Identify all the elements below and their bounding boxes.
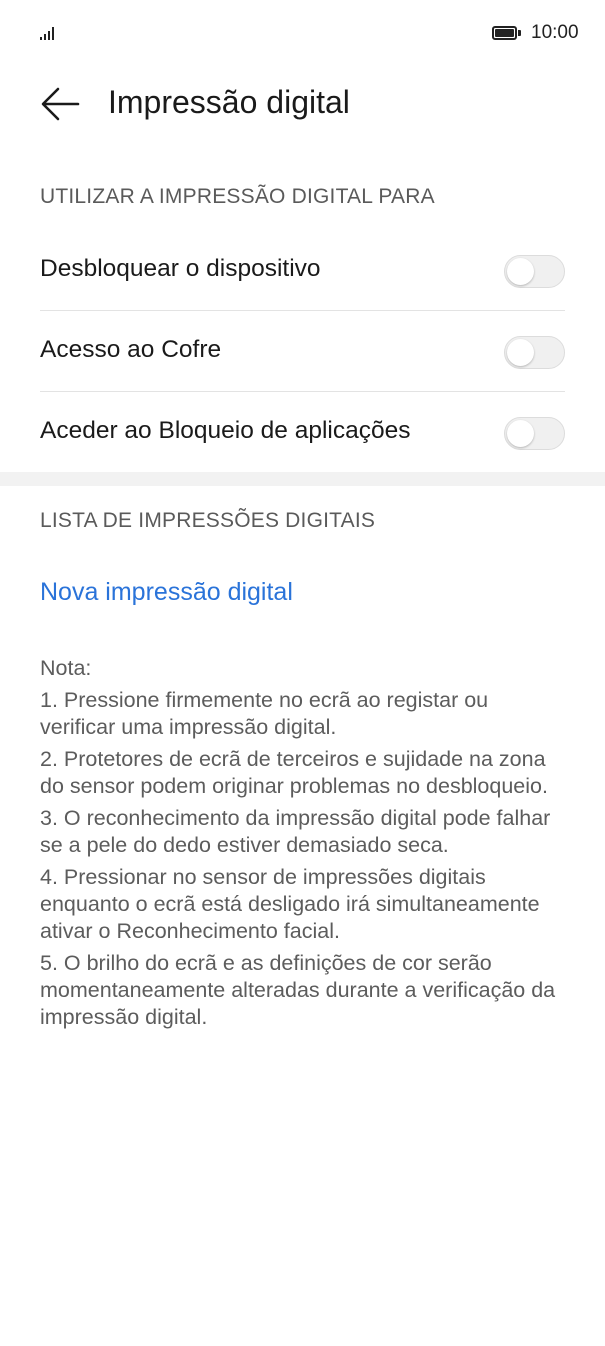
note-item: 2. Protetores de ecrã de terceiros e suj… (40, 747, 548, 798)
note-item: 1. Pressione firmemente no ecrã ao regis… (40, 688, 489, 739)
app-bar: Impressão digital (0, 70, 605, 136)
page-title: Impressão digital (108, 84, 350, 120)
status-time: 10:00 (531, 22, 579, 43)
cellular-signal-icon (40, 26, 60, 40)
note-item: 4. Pressionar no sensor de impressões di… (40, 865, 540, 943)
setting-label: Desbloquear o dispositivo (40, 255, 321, 282)
section-header-use: UTILIZAR A IMPRESSÃO DIGITAL PARA (40, 185, 435, 208)
toggle-knob (507, 339, 534, 366)
note-item: 3. O reconhecimento da impressão digital… (40, 806, 551, 857)
setting-label: Aceder ao Bloqueio de aplicações (40, 417, 411, 444)
divider (40, 310, 565, 311)
setting-row-app-lock[interactable]: Aceder ao Bloqueio de aplicações (0, 393, 605, 473)
divider (40, 391, 565, 392)
unlock-device-toggle[interactable] (504, 255, 565, 288)
battery-full-icon (492, 26, 522, 40)
section-header-fingerprint-list: LISTA DE IMPRESSÕES DIGITAIS (40, 509, 376, 532)
arrow-left-icon[interactable] (40, 86, 80, 122)
setting-row-safe-access[interactable]: Acesso ao Cofre (0, 312, 605, 392)
notes: Nota: 1. Pressione firmemente no ecrã ao… (40, 655, 565, 1036)
app-lock-toggle[interactable] (504, 417, 565, 450)
toggle-knob (507, 258, 534, 285)
notes-heading: Nota: (40, 656, 92, 680)
status-bar: 10:00 (0, 0, 605, 64)
setting-label: Acesso ao Cofre (40, 336, 222, 363)
new-fingerprint-link[interactable]: Nova impressão digital (40, 578, 293, 607)
setting-row-unlock-device[interactable]: Desbloquear o dispositivo (0, 231, 605, 311)
safe-access-toggle[interactable] (504, 336, 565, 369)
note-item: 5. O brilho do ecrã e as definições de c… (40, 951, 556, 1029)
toggle-knob (507, 420, 534, 447)
section-separator (0, 472, 605, 486)
